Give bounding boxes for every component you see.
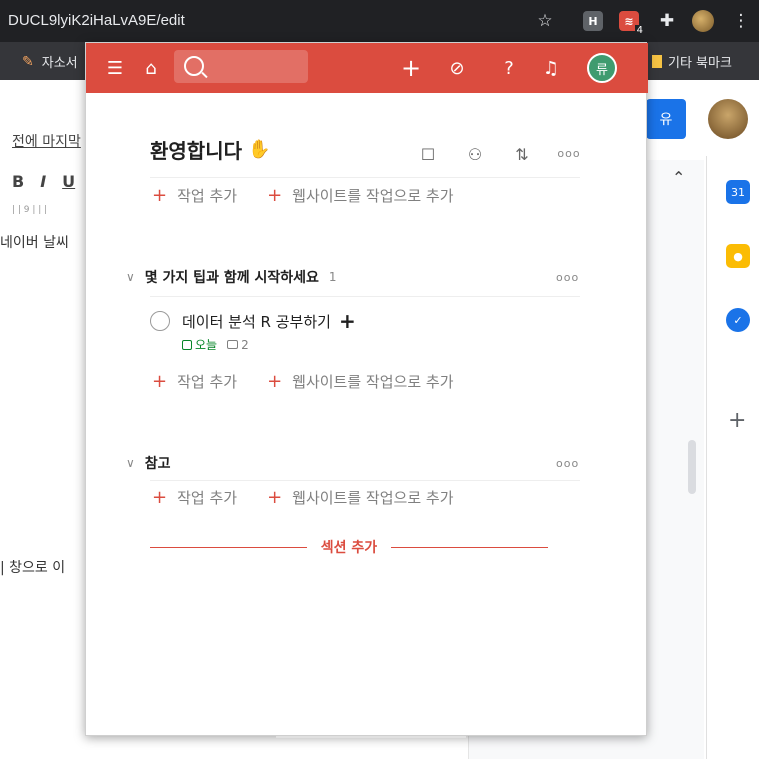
plus-icon: + <box>267 487 283 508</box>
add-icon[interactable]: + <box>398 54 424 82</box>
home-icon[interactable]: ⌂ <box>138 55 164 81</box>
divider <box>150 480 580 481</box>
waving-hand-icon: ✋ <box>248 139 271 160</box>
add-task-button[interactable]: 작업 추가 <box>177 487 237 508</box>
chevron-down-icon[interactable]: ∨ <box>126 270 135 284</box>
todoist-popup: ☰ ⌂ + ⊘ ? ♫ 류 환영합니다 ✋ ☐ ⚇ ⇅ ooo + 작업 추가 … <box>85 42 648 738</box>
account-avatar[interactable] <box>708 99 748 139</box>
more-options-icon[interactable]: ooo <box>556 147 582 160</box>
add-person-icon[interactable]: ⚇ <box>462 145 488 164</box>
plus-icon: + <box>152 487 168 508</box>
sort-icon[interactable]: ⇅ <box>509 145 535 164</box>
section-count: 1 <box>328 270 337 284</box>
due-date[interactable]: 오늘 <box>182 336 217 353</box>
comment-count[interactable]: 2 <box>227 336 249 353</box>
add-website-button[interactable]: 웹사이트를 작업으로 추가 <box>292 487 453 508</box>
section-header[interactable]: ∨ 몇 가지 팁과 함께 시작하세요 1 <box>126 267 337 287</box>
menu-icon[interactable]: ☰ <box>102 55 128 81</box>
productivity-check-icon[interactable]: ⊘ <box>444 55 470 81</box>
add-section-divider[interactable]: 섹션 추가 <box>150 537 548 557</box>
add-task-button[interactable]: 작업 추가 <box>177 371 237 392</box>
plus-icon: + <box>152 371 168 392</box>
add-task-button[interactable]: 작업 추가 <box>177 185 237 206</box>
divider <box>150 296 580 297</box>
comment-icon[interactable]: ☐ <box>415 145 441 164</box>
add-website-button[interactable]: 웹사이트를 작업으로 추가 <box>292 185 453 206</box>
plus-icon: + <box>152 185 168 206</box>
project-title: 환영합니다 ✋ <box>150 139 271 163</box>
ruler: | | 9 | | | <box>12 205 48 215</box>
bell-icon[interactable]: ♫ <box>538 55 564 81</box>
add-subtask-icon[interactable]: + <box>339 309 356 333</box>
last-edit-link[interactable]: 전에 마지막 <box>12 131 81 151</box>
scrollbar[interactable] <box>688 440 696 494</box>
section-header[interactable]: ∨ 참고 <box>126 453 171 473</box>
puzzle-icon[interactable]: ✚ <box>654 8 680 34</box>
other-bookmarks[interactable]: 기타 북마크 <box>652 52 732 71</box>
star-icon[interactable]: ☆ <box>532 8 558 34</box>
profile-icon[interactable] <box>690 8 716 34</box>
calendar-icon[interactable]: 31 <box>726 180 750 204</box>
tasks-icon[interactable]: ✓ <box>726 308 750 332</box>
divider <box>150 177 580 178</box>
menu-dots-icon[interactable]: ⋮ <box>728 8 754 34</box>
doc-line: | 창으로 이 <box>0 560 66 576</box>
side-panel-divider <box>706 156 707 759</box>
address-bar[interactable]: DUCL9lyiK2iHaLvA9E/edit <box>8 12 185 29</box>
calendar-small-icon <box>182 339 192 350</box>
extension-h-icon[interactable]: H <box>580 8 606 34</box>
bookmark-item[interactable]: ✎ 자소서 <box>22 52 78 72</box>
search-icon <box>184 56 204 76</box>
popup-bottom-edge <box>276 736 466 738</box>
chevron-down-icon[interactable]: ∨ <box>126 456 135 470</box>
todoist-extension-icon[interactable]: ≋ 4 <box>616 8 645 36</box>
user-avatar[interactable]: 류 <box>587 53 617 83</box>
add-website-button[interactable]: 웹사이트를 작업으로 추가 <box>292 371 453 392</box>
pencil-icon: ✎ <box>22 53 34 70</box>
chevron-up-icon[interactable]: ⌃ <box>672 168 685 187</box>
task-meta: 오늘 2 <box>182 336 249 353</box>
add-task-row: + 작업 추가 + 웹사이트를 작업으로 추가 <box>152 185 454 206</box>
format-toolbar: B I U <box>12 172 75 191</box>
task-item[interactable]: 데이터 분석 R 공부하기 + <box>150 309 356 333</box>
share-button[interactable]: 유 <box>646 99 686 139</box>
help-icon[interactable]: ? <box>496 55 522 81</box>
task-checkbox[interactable] <box>150 311 170 331</box>
add-task-row: + 작업 추가 + 웹사이트를 작업으로 추가 <box>152 371 454 392</box>
bold-button[interactable]: B <box>12 172 24 191</box>
plus-icon: + <box>267 371 283 392</box>
task-title[interactable]: 데이터 분석 R 공부하기 <box>182 311 331 332</box>
section-more-icon[interactable]: ooo <box>556 457 579 470</box>
comment-small-icon <box>227 340 239 349</box>
plus-icon: + <box>267 185 283 206</box>
folder-icon <box>652 55 662 68</box>
keep-icon[interactable]: ● <box>726 244 750 268</box>
add-addon-icon[interactable]: + <box>728 408 746 433</box>
doc-line: 네이버 날씨 <box>0 235 69 251</box>
italic-button[interactable]: I <box>40 172 46 191</box>
extension-badge: 4 <box>634 25 645 36</box>
popup-header: ☰ ⌂ + ⊘ ? ♫ 류 <box>86 43 648 93</box>
underline-button[interactable]: U <box>62 172 75 191</box>
add-task-row: + 작업 추가 + 웹사이트를 작업으로 추가 <box>152 487 454 508</box>
section-more-icon[interactable]: ooo <box>556 271 579 284</box>
browser-toolbar: DUCL9lyiK2iHaLvA9E/edit ☆ H ≋ 4 ✚ ⋮ <box>0 0 759 42</box>
add-section-button[interactable]: 섹션 추가 <box>321 537 377 557</box>
